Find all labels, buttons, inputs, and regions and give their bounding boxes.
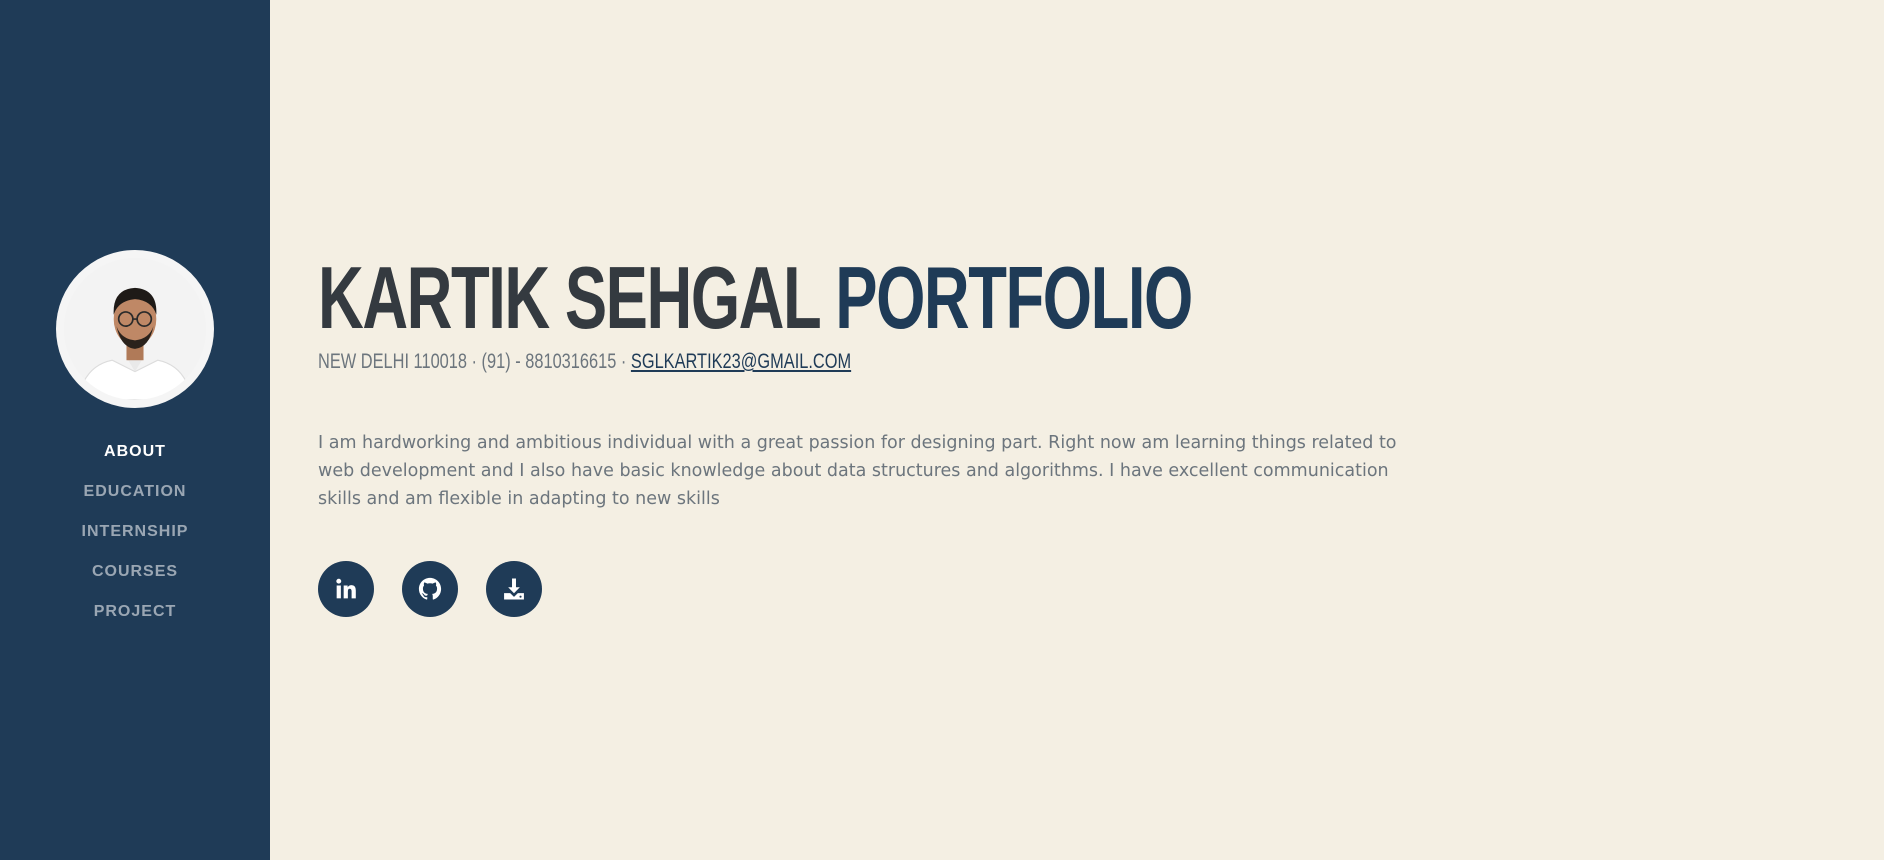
linkedin-icon: [336, 578, 356, 599]
email-link[interactable]: SGLKARTIK23@GMAIL.COM: [631, 350, 851, 373]
nav-item-education[interactable]: EDUCATION: [84, 472, 187, 512]
contact-line: NEW DELHI 110018 · (91) - 8810316615 · S…: [318, 350, 851, 374]
title-accent: PORTFOLIO: [835, 248, 1193, 347]
download-button[interactable]: [486, 561, 542, 617]
title-name: KARTIK SEHGAL: [318, 248, 821, 347]
avatar: [56, 250, 214, 408]
social-icons: [318, 561, 542, 617]
sidebar: ABOUT EDUCATION INTERNSHIP COURSES PROJE…: [0, 0, 270, 860]
download-icon: [504, 578, 524, 600]
contact-details: NEW DELHI 110018 · (91) - 8810316615 ·: [318, 350, 631, 373]
page-title: KARTIK SEHGAL PORTFOLIO: [318, 248, 1193, 347]
github-icon: [418, 577, 442, 600]
profile-photo-image: [64, 258, 206, 400]
nav-item-internship[interactable]: INTERNSHIP: [82, 512, 189, 552]
github-button[interactable]: [402, 561, 458, 617]
nav-item-project[interactable]: PROJECT: [94, 592, 177, 632]
sidebar-nav: ABOUT EDUCATION INTERNSHIP COURSES PROJE…: [82, 432, 189, 632]
nav-item-courses[interactable]: COURSES: [92, 552, 178, 592]
nav-item-about[interactable]: ABOUT: [104, 432, 166, 472]
about-text: I am hardworking and ambitious individua…: [318, 433, 1397, 509]
main-content: KARTIK SEHGAL PORTFOLIO NEW DELHI 110018…: [270, 0, 1884, 860]
linkedin-button[interactable]: [318, 561, 374, 617]
